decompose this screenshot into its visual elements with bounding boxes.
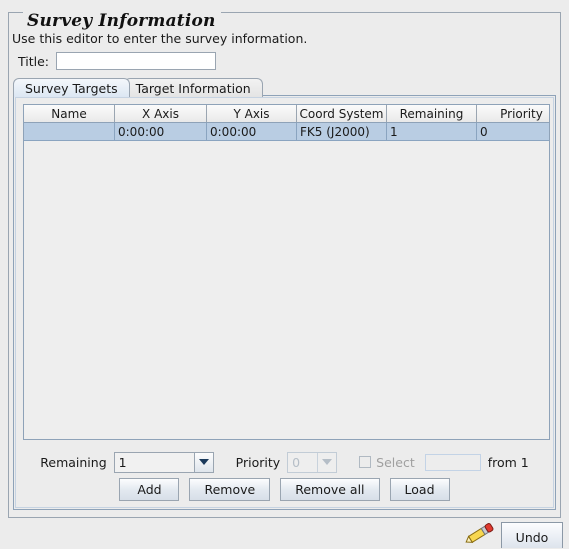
tab-survey-targets[interactable]: Survey Targets <box>13 78 130 97</box>
survey-targets-table-scroll[interactable]: Name X Axis Y Axis Coord System Remainin… <box>23 104 550 440</box>
select-checkbox <box>359 456 372 468</box>
remaining-combobox-value: 1 <box>114 452 194 472</box>
pencil-icon[interactable] <box>465 522 495 546</box>
priority-combobox-value: 0 <box>288 452 318 472</box>
column-header-coord-system[interactable]: Coord System <box>296 105 387 123</box>
load-button[interactable]: Load <box>389 478 450 501</box>
column-header-x-axis[interactable]: X Axis <box>114 105 207 123</box>
priority-combobox: 0 <box>287 451 338 473</box>
undo-button[interactable]: Undo <box>501 522 563 548</box>
remaining-combobox[interactable]: 1 <box>113 451 214 473</box>
chevron-down-icon <box>198 459 209 465</box>
column-header-name[interactable]: Name <box>24 105 115 123</box>
cell-priority[interactable]: 0 <box>476 122 549 141</box>
cell-y-axis[interactable]: 0:00:00 <box>206 122 297 141</box>
action-buttons-row: Add Remove Remove all Load <box>16 478 553 501</box>
instructions-text: Use this editor to enter the survey info… <box>12 31 308 46</box>
select-count-input <box>424 453 481 471</box>
remove-all-button[interactable]: Remove all <box>280 478 380 501</box>
bottom-controls-row: Remaining 1 Priority 0 Select from 1 <box>16 448 553 476</box>
priority-label: Priority <box>235 454 281 470</box>
cell-x-axis[interactable]: 0:00:00 <box>114 122 207 141</box>
remaining-dropdown-button[interactable] <box>193 452 213 472</box>
column-header-remaining[interactable]: Remaining <box>386 105 477 123</box>
page-title: Survey Information <box>23 11 221 31</box>
select-checkbox-wrap: Select <box>359 455 415 470</box>
tab-content-pane: Name X Axis Y Axis Coord System Remainin… <box>13 95 556 510</box>
table-row[interactable]: 0:00:00 0:00:00 FK5 (J2000) 1 0 <box>24 122 549 141</box>
remaining-label: Remaining <box>40 454 107 470</box>
tab-content-inner: Name X Axis Y Axis Coord System Remainin… <box>15 97 554 508</box>
table-header-row: Name X Axis Y Axis Coord System Remainin… <box>24 105 549 123</box>
tab-target-information[interactable]: Target Information <box>123 78 263 97</box>
from-label: from 1 <box>487 454 529 470</box>
title-field-row: Title: <box>18 52 216 70</box>
column-header-y-axis[interactable]: Y Axis <box>206 105 297 123</box>
column-header-priority[interactable]: Priority <box>476 105 549 123</box>
add-button[interactable]: Add <box>119 478 180 501</box>
survey-targets-table: Name X Axis Y Axis Coord System Remainin… <box>24 105 549 141</box>
cell-name[interactable] <box>24 122 115 141</box>
tab-strip: Survey Targets Target Information <box>13 76 263 97</box>
tab-survey-targets-label: Survey Targets <box>25 81 118 96</box>
bottom-toolbar: Undo <box>0 522 569 548</box>
table-body: 0:00:00 0:00:00 FK5 (J2000) 1 0 <box>24 122 549 141</box>
select-label: Select <box>376 454 415 470</box>
chevron-down-icon <box>322 459 333 465</box>
title-input[interactable] <box>56 52 216 70</box>
table-header: Name X Axis Y Axis Coord System Remainin… <box>24 105 549 123</box>
cell-coord-system[interactable]: FK5 (J2000) <box>296 122 387 141</box>
remove-button[interactable]: Remove <box>189 478 271 501</box>
cell-remaining[interactable]: 1 <box>386 122 477 141</box>
title-label: Title: <box>18 53 49 69</box>
tab-target-information-label: Target Information <box>135 81 251 96</box>
priority-dropdown-button <box>317 452 337 472</box>
